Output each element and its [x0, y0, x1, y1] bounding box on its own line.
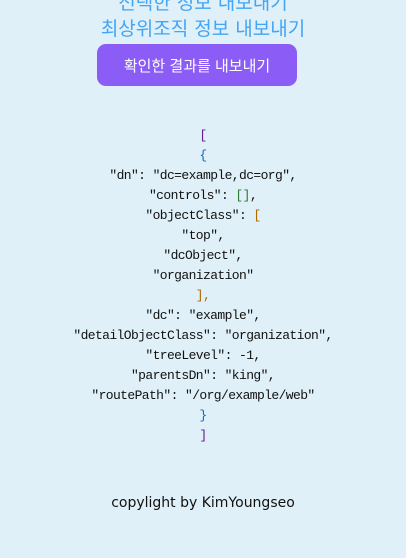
- json-line: "dc": "example",: [145, 308, 261, 323]
- json-line: "objectClass": [: [0, 206, 406, 226]
- json-line: [: [199, 128, 207, 143]
- json-line: "controls": [],: [0, 186, 406, 206]
- json-line: "parentsDn": "king",: [130, 368, 276, 383]
- json-line: "dn": "dc=example,dc=org",: [109, 168, 297, 183]
- json-key: "objectClass":: [145, 208, 254, 223]
- export-results-button[interactable]: 확인한 결과를 내보내기: [97, 44, 297, 86]
- json-line: ],: [195, 288, 211, 303]
- section-title-partial: 선택한 정보 내보내기: [118, 0, 288, 14]
- footer-copyright: copylight by KimYoungseo: [111, 495, 295, 511]
- json-line: "detailObjectClass": "organization",: [73, 328, 333, 343]
- json-line: ]: [199, 428, 207, 443]
- json-line: "treeLevel": -1,: [145, 348, 261, 363]
- json-key: "controls":: [148, 188, 236, 203]
- json-line: }: [199, 408, 207, 423]
- json-line: {: [199, 148, 207, 163]
- page-title: 최상위조직 정보 내보내기: [100, 18, 306, 40]
- json-line: "organization": [152, 268, 254, 283]
- json-value: []: [235, 188, 250, 203]
- json-line: "top",: [181, 228, 225, 243]
- json-comma: ,: [249, 188, 258, 203]
- json-bracket: [: [253, 208, 261, 223]
- json-line: "routePath": "/org/example/web": [91, 388, 315, 403]
- json-output: [ { "dn": "dc=example,dc=org", "controls…: [0, 126, 406, 446]
- json-line: "dcObject",: [163, 248, 243, 263]
